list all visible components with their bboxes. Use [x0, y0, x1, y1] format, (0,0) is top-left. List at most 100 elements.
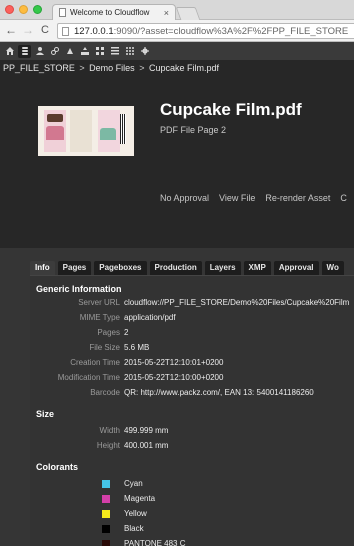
info-key: Height — [96, 441, 120, 450]
info-key: File Size — [89, 343, 120, 352]
info-row: Server URL cloudflow://PP_FILE_STORE/Dem… — [30, 296, 354, 310]
no-approval-button[interactable]: No Approval — [160, 193, 209, 203]
browser-toolbar: ← → C 127.0.0.1:9090/?asset=cloudflow%3A… — [0, 20, 354, 42]
asset-details: Info Pages Pageboxes Production Layers X… — [0, 248, 354, 546]
apps-icon[interactable] — [123, 45, 136, 58]
view-file-button[interactable]: View File — [219, 193, 255, 203]
breadcrumb-item[interactable]: PP_FILE_STORE — [3, 63, 75, 73]
breadcrumb-separator: > — [79, 63, 85, 73]
info-value: application/pdf — [124, 313, 176, 322]
colorant-row: Magenta — [30, 492, 354, 506]
info-key: Creation Time — [70, 358, 120, 367]
info-row: Pages 2 — [30, 326, 354, 340]
info-key: Server URL — [78, 298, 120, 307]
info-row: Barcode QR: http://www.packz.com/, EAN 1… — [30, 386, 354, 400]
info-key: Pages — [97, 328, 120, 337]
info-key: MIME Type — [79, 313, 120, 322]
colorant-swatch — [102, 495, 110, 503]
info-value: 499.999 mm — [124, 426, 169, 435]
colorant-swatch — [102, 510, 110, 518]
page-icon — [62, 26, 69, 36]
tab-close-icon[interactable]: × — [164, 8, 169, 18]
breadcrumb-item[interactable]: Cupcake Film.pdf — [149, 63, 219, 73]
browser-tab[interactable]: Welcome to Cloudflow × — [52, 4, 176, 20]
colorant-row: Yellow — [30, 507, 354, 521]
address-bar[interactable]: 127.0.0.1:9090/?asset=cloudflow%3A%2F%2F… — [57, 23, 354, 39]
detail-tabs: Info Pages Pageboxes Production Layers X… — [30, 261, 347, 275]
section-generic-information: Generic Information — [36, 284, 122, 294]
url-host: 127.0.0.1 — [74, 25, 114, 37]
grid-icon[interactable] — [93, 45, 106, 58]
thumbnail-logo — [47, 114, 63, 122]
page-icon — [59, 8, 66, 17]
cupcake-image — [46, 126, 64, 140]
tab-production[interactable]: Production — [149, 261, 202, 275]
info-row: Height 400.001 mm — [30, 439, 354, 453]
info-key: Modification Time — [57, 373, 120, 382]
colorant-row: Cyan — [30, 477, 354, 491]
tab-pages[interactable]: Pages — [57, 261, 92, 275]
maximize-window-button[interactable] — [33, 5, 42, 14]
page-title: Cupcake Film.pdf — [160, 100, 302, 119]
info-value: 2015-05-22T12:10:01+0200 — [124, 358, 224, 367]
info-key: Width — [99, 426, 120, 435]
info-row: File Size 5.6 MB — [30, 341, 354, 355]
info-value: 400.001 mm — [124, 441, 169, 450]
minimize-window-button[interactable] — [19, 5, 28, 14]
colorant-swatch — [102, 525, 110, 533]
breadcrumb-item[interactable]: Demo Files — [89, 63, 135, 73]
tab-pageboxes[interactable]: Pageboxes — [94, 261, 147, 275]
tab-workflow[interactable]: Wo — [321, 261, 344, 275]
asset-actions: No Approval View File Re-render Asset C — [160, 193, 354, 203]
colorant-row: PANTONE 483 C — [30, 537, 354, 546]
info-row: Creation Time 2015-05-22T12:10:01+0200 — [30, 356, 354, 370]
section-size: Size — [36, 409, 55, 419]
colorant-name: Magenta — [124, 494, 156, 503]
rerender-asset-button[interactable]: Re-render Asset — [265, 193, 330, 203]
url-path: :9090/?asset=cloudflow%3A%2F%2FPP_FILE_S… — [113, 25, 349, 37]
info-row: Width 499.999 mm — [30, 424, 354, 438]
user-icon[interactable] — [33, 45, 46, 58]
info-key: Barcode — [90, 388, 120, 397]
tab-xmp[interactable]: XMP — [243, 261, 271, 275]
list-icon[interactable] — [108, 45, 121, 58]
asset-header: PP_FILE_STORE > Demo Files > Cupcake Fil… — [0, 60, 354, 248]
colorant-row: Black — [30, 522, 354, 536]
home-icon[interactable] — [3, 45, 16, 58]
section-colorants: Colorants — [36, 462, 79, 472]
info-value: 2 — [124, 328, 129, 337]
cloud-icon[interactable] — [63, 45, 76, 58]
more-actions-button[interactable]: C — [340, 193, 347, 203]
reload-button[interactable]: C — [38, 23, 52, 38]
info-row: Modification Time 2015-05-22T12:10:00+02… — [30, 371, 354, 385]
barcode-image — [120, 114, 126, 144]
app-toolbar — [0, 42, 354, 60]
new-tab-button[interactable] — [175, 7, 201, 20]
colorant-swatch — [102, 540, 110, 546]
colorant-name: Black — [124, 524, 144, 533]
browser-tab-title: Welcome to Cloudflow — [70, 8, 150, 17]
link-icon[interactable] — [48, 45, 61, 58]
breadcrumb-separator: > — [139, 63, 145, 73]
info-value: 2015-05-22T12:10:00+0200 — [124, 373, 224, 382]
tab-layers[interactable]: Layers — [204, 261, 241, 275]
back-button[interactable]: ← — [4, 23, 18, 38]
gear-icon[interactable] — [138, 45, 151, 58]
breadcrumb: PP_FILE_STORE > Demo Files > Cupcake Fil… — [3, 63, 219, 73]
database-icon[interactable] — [18, 44, 31, 58]
browser-tab-strip: Welcome to Cloudflow × — [0, 0, 354, 20]
forward-button[interactable]: → — [21, 23, 35, 38]
page-subtitle: PDF File Page 2 — [160, 125, 227, 135]
info-panel: Generic Information Server URL cloudflow… — [30, 275, 354, 546]
info-row: MIME Type application/pdf — [30, 311, 354, 325]
cupcake-image — [100, 128, 116, 140]
thumbnail-panel — [70, 110, 92, 152]
colorant-name: Yellow — [124, 509, 147, 518]
close-window-button[interactable] — [5, 5, 14, 14]
tray-icon[interactable] — [78, 45, 91, 58]
tab-approval[interactable]: Approval — [273, 261, 319, 275]
asset-thumbnail[interactable] — [38, 106, 134, 156]
info-value: QR: http://www.packz.com/, EAN 13: 54001… — [124, 388, 314, 397]
colorant-swatch — [102, 480, 110, 488]
tab-info[interactable]: Info — [30, 261, 55, 275]
